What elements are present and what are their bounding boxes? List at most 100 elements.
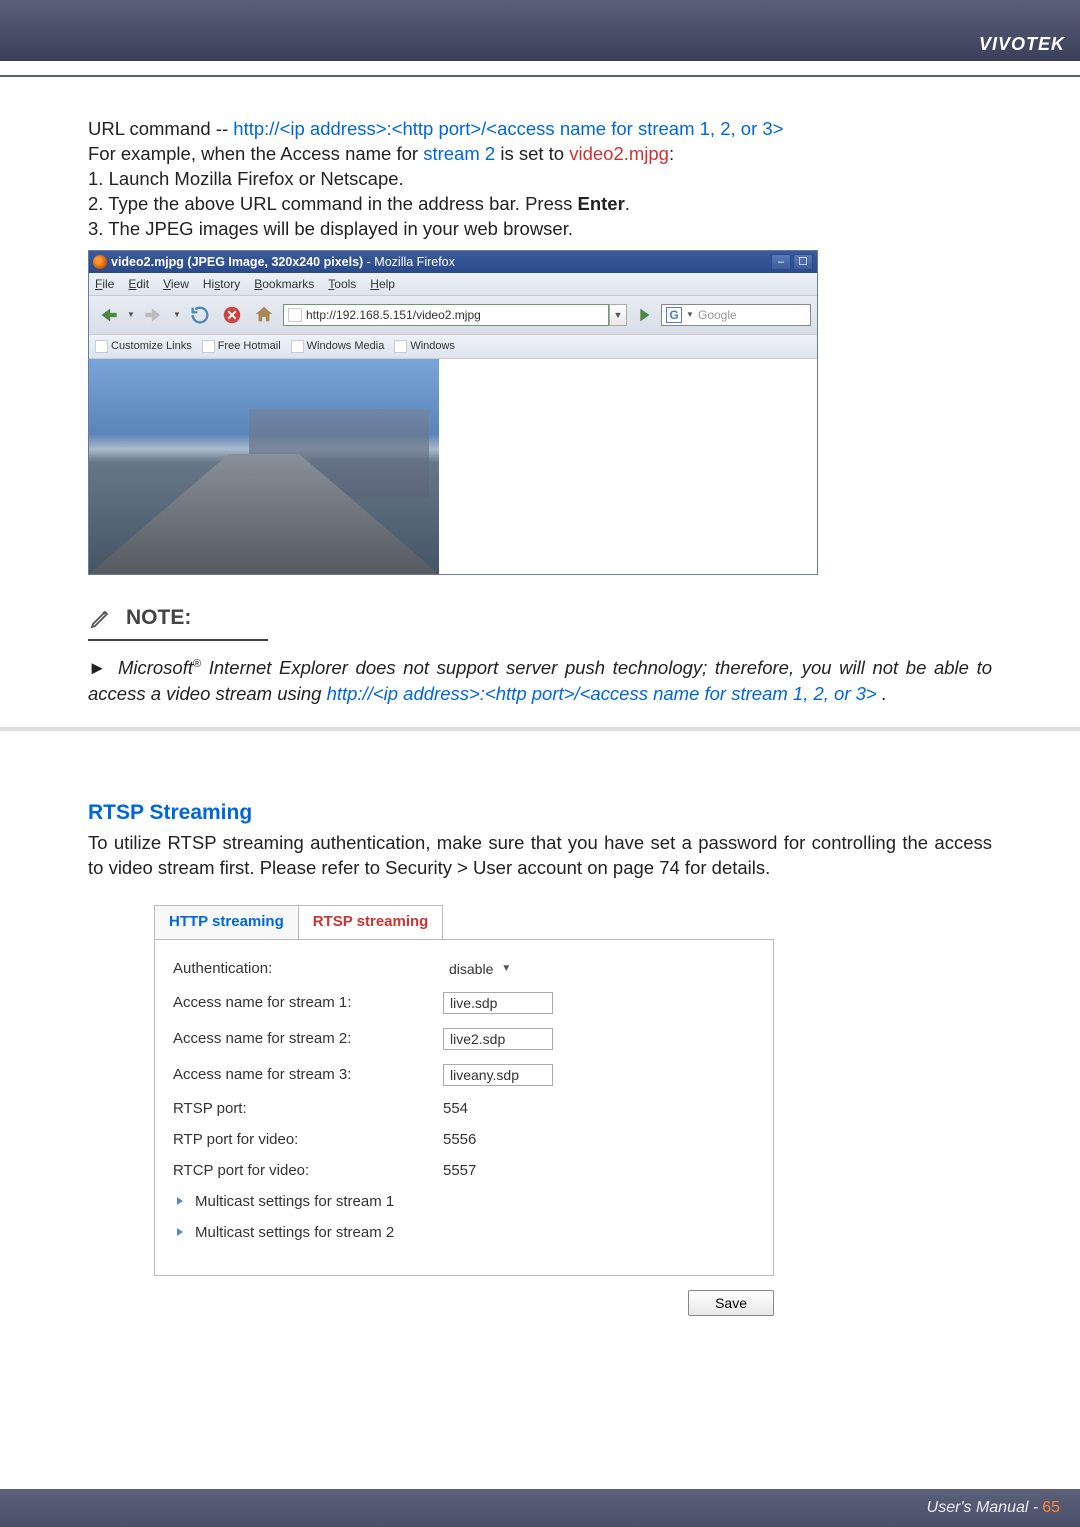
- page-icon: [288, 308, 302, 322]
- browser-menubar: File Edit View History Bookmarks Tools H…: [89, 273, 817, 295]
- multicast-stream2[interactable]: Multicast settings for stream 2: [173, 1224, 755, 1241]
- bookmark-label: Customize Links: [111, 340, 192, 352]
- multicast-stream1[interactable]: Multicast settings for stream 1: [173, 1193, 755, 1210]
- stream2-input[interactable]: live2.sdp: [443, 1028, 553, 1050]
- bookmark-free-hotmail[interactable]: Free Hotmail: [202, 340, 281, 353]
- maximize-button[interactable]: ☐: [793, 254, 813, 270]
- pencil-icon: [88, 605, 114, 631]
- example-c: is set to: [495, 143, 569, 164]
- step-1: 1. Launch Mozilla Firefox or Netscape.: [88, 167, 992, 192]
- window-title: video2.mjpg (JPEG Image, 320x240 pixels)…: [111, 255, 455, 269]
- step-3: 3. The JPEG images will be displayed in …: [88, 217, 992, 242]
- reload-button[interactable]: [187, 302, 213, 328]
- url-command-section: URL command -- http://<ip address>:<http…: [88, 117, 992, 242]
- url-prefix: URL command --: [88, 118, 233, 139]
- note-title: NOTE:: [126, 606, 191, 630]
- rtsp-port-label: RTSP port:: [173, 1100, 443, 1117]
- tabs: HTTP streaming RTSP streaming: [154, 905, 774, 939]
- menu-bookmarks[interactable]: Bookmarks: [254, 277, 314, 291]
- browser-content: [89, 359, 817, 574]
- rtcp-port-label: RTCP port for video:: [173, 1162, 443, 1179]
- window-controls: – ☐: [771, 254, 813, 270]
- search-engine-dropdown-icon[interactable]: ▼: [686, 311, 694, 319]
- minimize-button[interactable]: –: [771, 254, 791, 270]
- bookmark-windows-media[interactable]: Windows Media: [291, 340, 385, 353]
- menu-edit[interactable]: Edit: [128, 277, 149, 291]
- stop-button[interactable]: [219, 302, 245, 328]
- menu-view[interactable]: View: [163, 277, 189, 291]
- stream3-label: Access name for stream 3:: [173, 1066, 443, 1083]
- rtsp-heading: RTSP Streaming: [88, 801, 992, 825]
- home-button[interactable]: [251, 302, 277, 328]
- example-e: :: [669, 143, 674, 164]
- search-box[interactable]: G ▼ Google: [661, 304, 811, 326]
- title-main: video2.mjpg (JPEG Image, 320x240 pixels): [111, 255, 363, 269]
- browser-toolbar: ▼ ▼ http://192.168.5.151/video2: [89, 295, 817, 335]
- menu-history[interactable]: History: [203, 277, 240, 291]
- multicast-label: Multicast settings for stream 1: [195, 1193, 394, 1210]
- multicast-label: Multicast settings for stream 2: [195, 1224, 394, 1241]
- menu-help[interactable]: Help: [370, 277, 395, 291]
- example-stream: stream 2: [423, 143, 495, 164]
- bookmark-bar: Customize Links Free Hotmail Windows Med…: [89, 335, 817, 359]
- rtcp-port-value: 5557: [443, 1162, 476, 1179]
- search-placeholder: Google: [698, 308, 737, 322]
- auth-value: disable: [449, 961, 493, 977]
- browser-titlebar: video2.mjpg (JPEG Image, 320x240 pixels)…: [89, 251, 817, 273]
- header-divider: [0, 75, 1080, 77]
- note-url: http://<ip address>:<http port>/<access …: [327, 683, 877, 704]
- bookmark-label: Free Hotmail: [218, 340, 281, 352]
- brand-logo: VIVOTEK: [979, 34, 1065, 55]
- rtp-port-value: 5556: [443, 1131, 476, 1148]
- note-text-a: Microsoft: [118, 657, 193, 678]
- stream2-label: Access name for stream 2:: [173, 1030, 443, 1047]
- note-body: ► Microsoft® Internet Explorer does not …: [88, 655, 992, 707]
- note-registered: ®: [193, 658, 201, 670]
- rtsp-settings-panel: HTTP streaming RTSP streaming Authentica…: [154, 905, 774, 1316]
- bookmark-icon: [291, 340, 304, 353]
- note-section: NOTE: ► Microsoft® Internet Explorer doe…: [88, 605, 992, 707]
- example-a: For example, when the Access name for: [88, 143, 423, 164]
- go-button[interactable]: [633, 304, 655, 326]
- header-bar: VIVOTEK: [0, 0, 1080, 61]
- address-dropdown[interactable]: ▼: [609, 304, 627, 326]
- rtsp-port-value: 554: [443, 1100, 468, 1117]
- example-filename: video2.mjpg: [569, 143, 669, 164]
- auth-label: Authentication:: [173, 960, 443, 977]
- step-2-enter: Enter: [578, 193, 625, 214]
- google-icon: G: [666, 307, 682, 323]
- address-bar[interactable]: http://192.168.5.151/video2.mjpg: [283, 304, 609, 326]
- back-dropdown-icon[interactable]: ▼: [127, 311, 135, 319]
- forward-button[interactable]: [141, 302, 167, 328]
- page-footer: User's Manual - 65: [0, 1489, 1080, 1527]
- tab-http-streaming[interactable]: HTTP streaming: [154, 905, 298, 939]
- section-divider: [0, 727, 1080, 731]
- url-pattern: http://<ip address>:<http port>/<access …: [233, 118, 783, 139]
- video-preview-image: [89, 359, 439, 574]
- fwd-dropdown-icon[interactable]: ▼: [173, 311, 181, 319]
- menu-file[interactable]: File: [95, 277, 114, 291]
- auth-select[interactable]: disable ▼: [443, 960, 517, 978]
- rtp-port-label: RTP port for video:: [173, 1131, 443, 1148]
- bookmark-customize-links[interactable]: Customize Links: [95, 340, 192, 353]
- bookmark-label: Windows Media: [307, 340, 385, 352]
- stream3-input[interactable]: liveany.sdp: [443, 1064, 553, 1086]
- back-button[interactable]: [95, 302, 121, 328]
- firefox-icon: [93, 255, 107, 269]
- title-suffix: - Mozilla Firefox: [363, 255, 455, 269]
- step-2c: .: [625, 193, 630, 214]
- chevron-down-icon: ▼: [501, 963, 511, 974]
- save-button[interactable]: Save: [688, 1290, 774, 1316]
- footer-text: User's Manual -: [927, 1499, 1039, 1517]
- menu-tools[interactable]: Tools: [328, 277, 356, 291]
- step-2a: 2. Type the above URL command in the add…: [88, 193, 578, 214]
- stream1-input[interactable]: live.sdp: [443, 992, 553, 1014]
- stream1-label: Access name for stream 1:: [173, 994, 443, 1011]
- page-number: 65: [1042, 1499, 1060, 1517]
- rtsp-section: RTSP Streaming To utilize RTSP streaming…: [88, 801, 992, 1316]
- expand-icon: [173, 1194, 187, 1208]
- bookmark-windows[interactable]: Windows: [394, 340, 455, 353]
- tab-rtsp-streaming[interactable]: RTSP streaming: [298, 905, 444, 939]
- panel-body: Authentication: disable ▼ Access name fo…: [154, 939, 774, 1276]
- note-text-d: .: [877, 683, 887, 704]
